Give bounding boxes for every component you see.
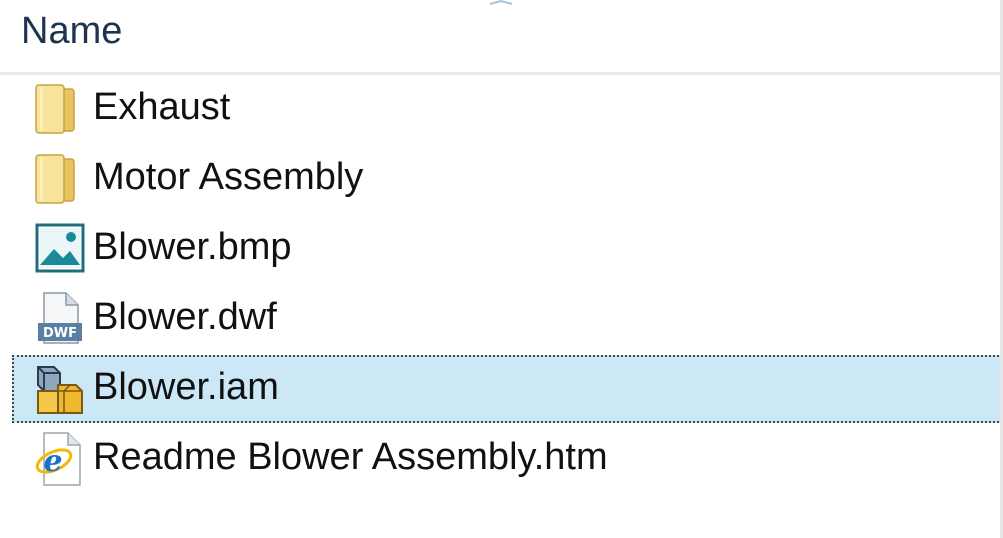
svg-text:e: e xyxy=(43,444,62,479)
folder-icon xyxy=(35,154,75,204)
file-explorer-view: Name Exhaust Motor Assembly Blower.bmp D… xyxy=(0,0,1003,538)
inventor-assembly-icon xyxy=(37,366,83,414)
sort-ascending-icon xyxy=(489,0,513,5)
list-item-blower-dwf[interactable]: DWF Blower.dwf xyxy=(12,285,1003,353)
file-name: Exhaust xyxy=(93,86,231,128)
file-name: Blower.dwf xyxy=(93,296,277,338)
file-name: Readme Blower Assembly.htm xyxy=(93,436,608,478)
svg-text:DWF: DWF xyxy=(43,326,77,341)
list-item-blower-iam[interactable]: Blower.iam xyxy=(12,355,1003,423)
column-header-bar: Name xyxy=(0,0,1003,75)
folder-icon xyxy=(35,84,75,134)
list-item-readme-htm[interactable]: e Readme Blower Assembly.htm xyxy=(12,425,1003,493)
internet-explorer-html-icon: e xyxy=(35,432,81,486)
list-item-blower-bmp[interactable]: Blower.bmp xyxy=(12,215,1003,283)
file-name: Motor Assembly xyxy=(93,156,364,198)
column-header-name[interactable]: Name xyxy=(21,8,122,54)
file-name: Blower.iam xyxy=(93,366,279,408)
file-name: Blower.bmp xyxy=(93,226,292,268)
list-item-exhaust[interactable]: Exhaust xyxy=(12,75,1003,143)
dwf-file-icon: DWF xyxy=(38,292,82,344)
bitmap-image-icon xyxy=(35,223,85,273)
list-item-motor-assembly[interactable]: Motor Assembly xyxy=(12,145,1003,213)
